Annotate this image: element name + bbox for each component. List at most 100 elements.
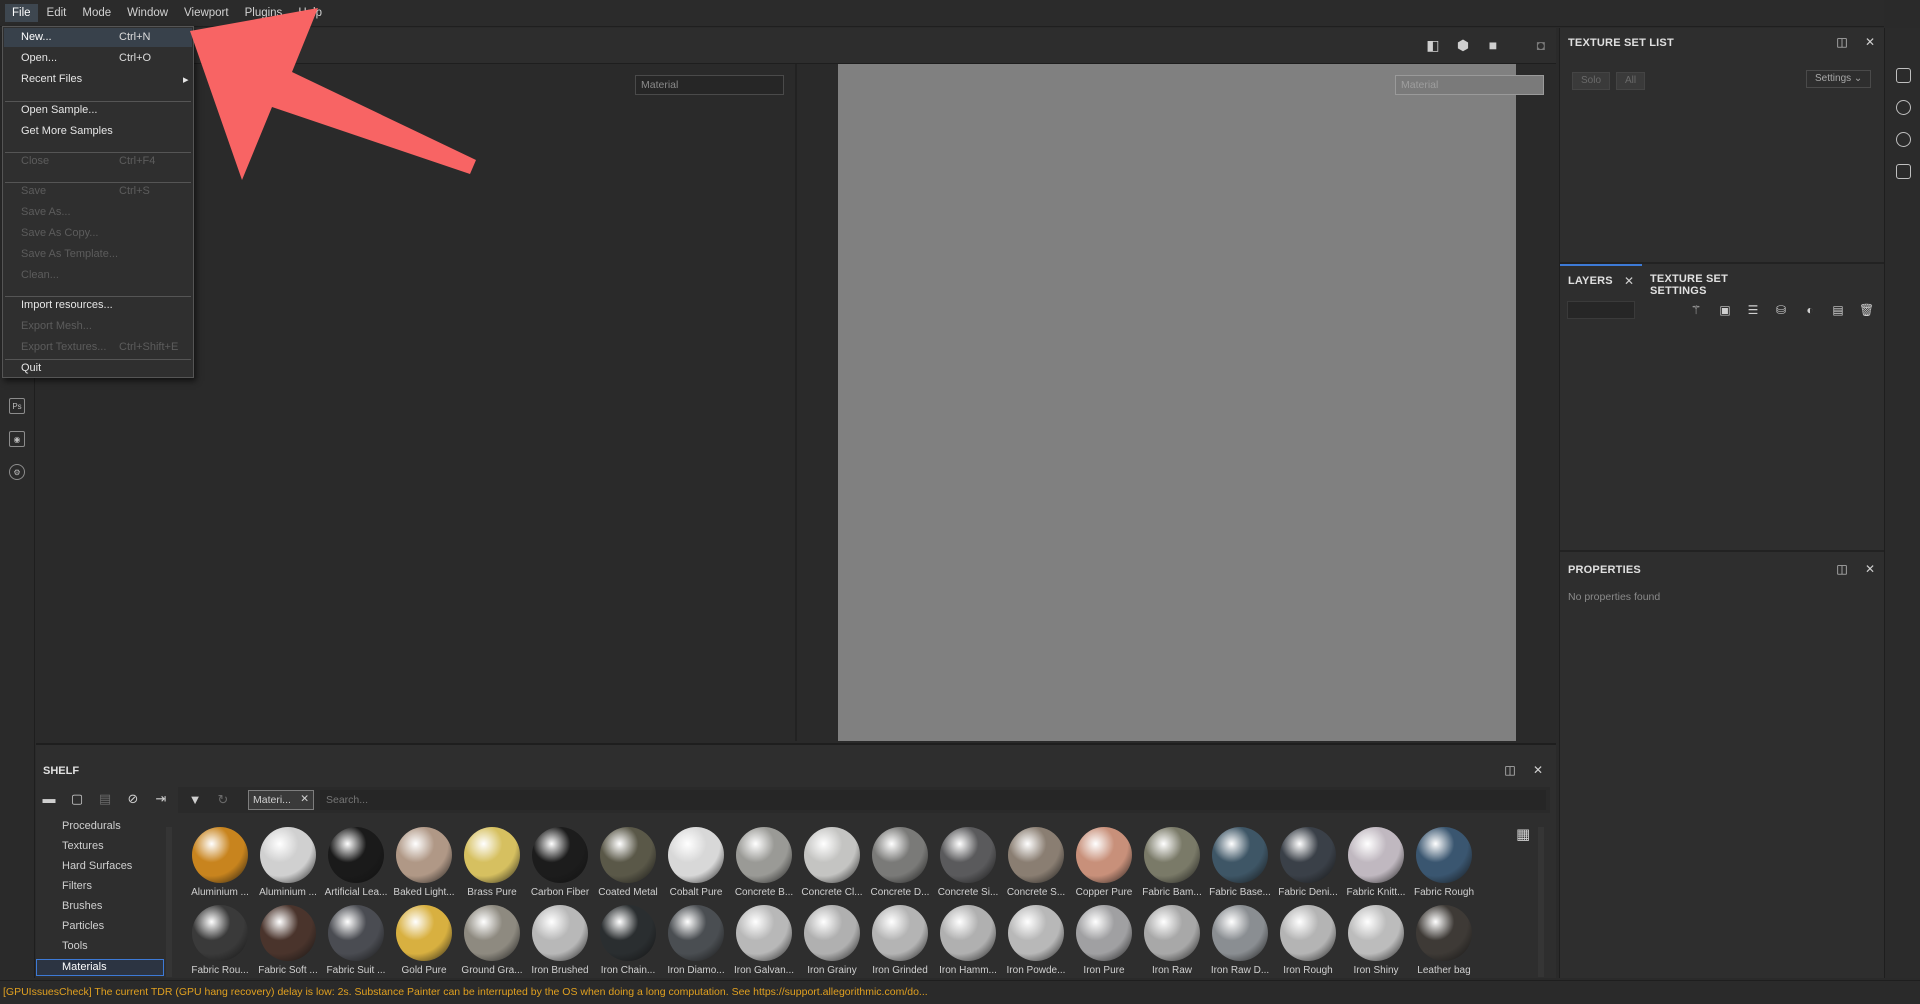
tab-texture-set-settings[interactable]: TEXTURE SET SETTINGS bbox=[1642, 264, 1782, 297]
float-panel-icon[interactable]: ◫ bbox=[1503, 763, 1517, 777]
file-menu-import-resources[interactable]: Import resources... bbox=[21, 299, 113, 311]
file-menu-recent-files[interactable]: Recent Files bbox=[21, 73, 82, 85]
new-item-icon[interactable]: ▢ bbox=[68, 791, 86, 807]
save-item-icon[interactable]: ▤ bbox=[96, 791, 114, 807]
grid-view-icon[interactable]: ▦ bbox=[1516, 827, 1532, 843]
shelf-category-brushes[interactable]: Brushes bbox=[62, 900, 102, 912]
menu-viewport[interactable]: Viewport bbox=[177, 4, 236, 22]
category-scrollbar[interactable] bbox=[166, 827, 172, 977]
material-thumbnail[interactable]: Fabric Suit ... bbox=[322, 905, 390, 981]
shelf-category-filters[interactable]: Filters bbox=[62, 880, 92, 892]
delete-layer-icon[interactable]: 🗑 bbox=[1859, 303, 1874, 317]
material-thumbnail[interactable]: Coated Metal bbox=[594, 827, 662, 903]
add-layer-icon[interactable]: ☰ bbox=[1746, 303, 1760, 317]
material-thumbnail[interactable]: Ground Gra... bbox=[458, 905, 526, 981]
material-thumbnail[interactable]: Iron Raw D... bbox=[1206, 905, 1274, 981]
file-menu-quit[interactable]: Quit bbox=[21, 362, 41, 374]
layer-blend-select[interactable] bbox=[1567, 301, 1635, 319]
material-thumbnail[interactable]: Fabric Bam... bbox=[1138, 827, 1206, 903]
display-settings-icon[interactable] bbox=[1896, 68, 1911, 83]
menu-file[interactable]: File bbox=[5, 4, 38, 22]
log-icon[interactable] bbox=[1896, 164, 1911, 179]
close-icon[interactable]: ✕ bbox=[1531, 763, 1545, 777]
material-thumbnail[interactable]: Iron Chain... bbox=[594, 905, 662, 981]
material-thumbnail[interactable]: Iron Grainy bbox=[798, 905, 866, 981]
material-thumbnail[interactable]: Baked Light... bbox=[390, 827, 458, 903]
all-button[interactable]: All bbox=[1616, 72, 1646, 90]
screenshot-icon[interactable]: ◘ bbox=[1532, 37, 1550, 53]
material-thumbnail[interactable]: Iron Galvan... bbox=[730, 905, 798, 981]
close-icon[interactable]: ✕ bbox=[1863, 35, 1877, 49]
material-thumbnail[interactable]: Brass Pure bbox=[458, 827, 526, 903]
settings-gear-icon[interactable]: ⚙ bbox=[9, 464, 25, 480]
material-thumbnail[interactable]: Fabric Soft ... bbox=[254, 905, 322, 981]
material-thumbnail[interactable]: Iron Pure bbox=[1070, 905, 1138, 981]
menu-plugins[interactable]: Plugins bbox=[238, 4, 290, 22]
shader-settings-icon[interactable] bbox=[1896, 100, 1911, 115]
close-icon[interactable]: ✕ bbox=[1863, 562, 1877, 576]
close-icon[interactable]: ✕ bbox=[300, 793, 309, 805]
menu-help[interactable]: Help bbox=[291, 4, 329, 22]
material-thumbnail[interactable]: Iron Grinded bbox=[866, 905, 934, 981]
material-thumbnail[interactable]: Gold Pure bbox=[390, 905, 458, 981]
material-thumbnail[interactable]: Concrete Cl... bbox=[798, 827, 866, 903]
float-panel-icon[interactable]: ◫ bbox=[1835, 35, 1849, 49]
shelf-category-procedurals[interactable]: Procedurals bbox=[62, 820, 121, 832]
shelf-scrollbar[interactable] bbox=[1538, 827, 1544, 977]
material-thumbnail[interactable]: Aluminium ... bbox=[186, 827, 254, 903]
float-panel-icon[interactable]: ◫ bbox=[1835, 562, 1849, 576]
reset-filter-icon[interactable]: ↻ bbox=[214, 792, 232, 808]
solo-button[interactable]: Solo bbox=[1572, 72, 1611, 90]
uv-canvas[interactable] bbox=[838, 64, 1516, 741]
add-effect-icon[interactable]: ◐ bbox=[1803, 303, 1817, 317]
add-mask-icon[interactable]: ▣ bbox=[1718, 303, 1732, 317]
shelf-category-materials[interactable]: Materials bbox=[36, 959, 164, 976]
hide-icon[interactable]: ⊘ bbox=[124, 791, 142, 807]
material-thumbnail[interactable]: Iron Rough bbox=[1274, 905, 1342, 981]
material-thumbnail[interactable]: Iron Shiny bbox=[1342, 905, 1410, 981]
material-thumbnail[interactable]: Concrete Si... bbox=[934, 827, 1002, 903]
material-thumbnail[interactable]: Carbon Fiber bbox=[526, 827, 594, 903]
material-thumbnail[interactable]: Copper Pure bbox=[1070, 827, 1138, 903]
filter-icon[interactable]: ▼ bbox=[186, 792, 204, 808]
material-thumbnail[interactable]: Fabric Base... bbox=[1206, 827, 1274, 903]
menu-window[interactable]: Window bbox=[120, 4, 175, 22]
camera-icon[interactable]: ■ bbox=[1484, 37, 1502, 53]
magic-wand-icon[interactable]: ⚚ bbox=[1689, 303, 1703, 317]
material-thumbnail[interactable]: Fabric Rou... bbox=[186, 905, 254, 981]
close-icon[interactable]: ✕ bbox=[1622, 274, 1636, 288]
material-thumbnail[interactable]: Fabric Deni... bbox=[1274, 827, 1342, 903]
shelf-category-hard-surfaces[interactable]: Hard Surfaces bbox=[62, 860, 132, 872]
material-thumbnail[interactable]: Iron Brushed bbox=[526, 905, 594, 981]
viewport-2d[interactable]: Material bbox=[799, 64, 1556, 741]
menu-mode[interactable]: Mode bbox=[75, 4, 118, 22]
settings-dropdown[interactable]: Settings ⌄ bbox=[1806, 70, 1872, 88]
file-menu-open[interactable]: Open... bbox=[21, 52, 57, 64]
material-thumbnail[interactable]: Iron Raw bbox=[1138, 905, 1206, 981]
cube-view-icon[interactable]: ⬢ bbox=[1454, 37, 1472, 53]
viewport-2d-channel-select[interactable]: Material bbox=[1395, 75, 1544, 95]
material-thumbnail[interactable]: Cobalt Pure bbox=[662, 827, 730, 903]
file-menu-open-sample[interactable]: Open Sample... bbox=[21, 104, 97, 116]
shelf-category-tools[interactable]: Tools bbox=[62, 940, 88, 952]
filter-tag[interactable]: Materi... ✕ bbox=[248, 790, 314, 810]
menu-edit[interactable]: Edit bbox=[40, 4, 74, 22]
shelf-search-input[interactable] bbox=[320, 790, 1546, 810]
file-menu-new[interactable]: New... bbox=[21, 31, 52, 43]
material-thumbnail[interactable]: Concrete B... bbox=[730, 827, 798, 903]
material-thumbnail[interactable]: Fabric Knitt... bbox=[1342, 827, 1410, 903]
add-folder-icon[interactable]: ▤ bbox=[1831, 303, 1845, 317]
split-view-icon[interactable]: ◧ bbox=[1424, 37, 1442, 53]
bake-icon[interactable]: ◉ bbox=[9, 431, 25, 447]
shelf-category-particles[interactable]: Particles bbox=[62, 920, 104, 932]
material-thumbnail[interactable]: Leather bag bbox=[1410, 905, 1478, 981]
viewport-3d-channel-select[interactable]: Material bbox=[635, 75, 784, 95]
material-thumbnail[interactable]: Iron Powde... bbox=[1002, 905, 1070, 981]
material-thumbnail[interactable]: Fabric Rough bbox=[1410, 827, 1478, 903]
material-thumbnail[interactable]: Artificial Lea... bbox=[322, 827, 390, 903]
history-icon[interactable] bbox=[1896, 132, 1911, 147]
material-thumbnail[interactable]: Aluminium ... bbox=[254, 827, 322, 903]
material-thumbnail[interactable]: Iron Hamm... bbox=[934, 905, 1002, 981]
file-menu-get-more-samples[interactable]: Get More Samples bbox=[21, 125, 113, 137]
shelf-category-textures[interactable]: Textures bbox=[62, 840, 104, 852]
